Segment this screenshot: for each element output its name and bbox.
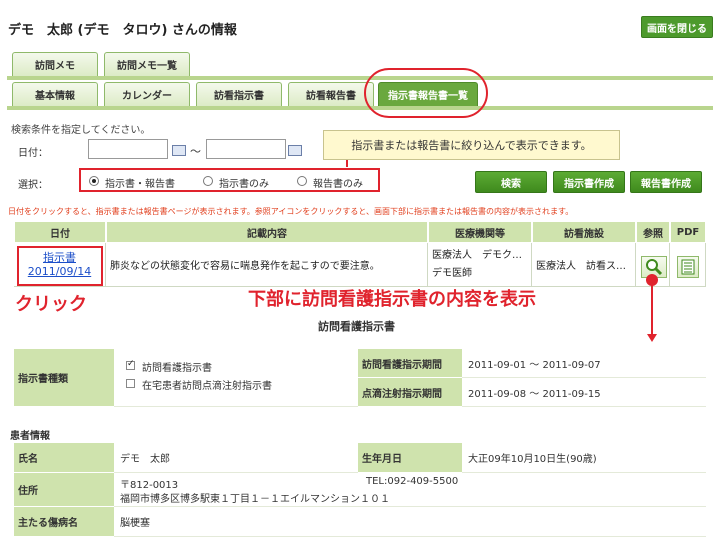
- table-cell-institution: 医療法人 デモク… デモ医師: [428, 243, 532, 287]
- col-header-pdf: PDF: [670, 221, 706, 243]
- radio-both[interactable]: [89, 176, 99, 186]
- period-label: 訪問看護指示期間: [358, 349, 462, 378]
- date-highlight-box: [17, 246, 103, 286]
- instruction-section-title: 訪問看護指示書: [318, 320, 395, 333]
- col-header-date: 日付: [14, 221, 106, 243]
- birth-value: 大正09年10月10日生(90歳): [462, 443, 706, 473]
- date-from-input[interactable]: [88, 139, 168, 159]
- birth-label: 生年月日: [358, 443, 462, 473]
- drip-period-label: 点滴注射指示期間: [358, 378, 462, 407]
- calendar-icon[interactable]: [288, 145, 302, 156]
- display-annotation: 下部に訪問看護指示書の内容を表示: [248, 289, 536, 310]
- annotation-arrow-head: [647, 334, 657, 342]
- date-range-separator: 〜: [190, 145, 201, 158]
- disease-label: 主たる傷病名: [14, 507, 114, 537]
- col-header-institution: 医療機関等: [428, 221, 532, 243]
- name-value: デモ 太郎: [114, 443, 358, 473]
- tab-row-divider: [7, 76, 713, 80]
- search-instruction: 検索条件を指定してください。: [11, 125, 151, 136]
- doctor-name: デモ医師: [432, 268, 472, 279]
- select-label: 選択：: [18, 180, 48, 191]
- col-header-facility: 訪看施設: [532, 221, 636, 243]
- date-to-input[interactable]: [206, 139, 286, 159]
- address-value: 〒812-0013 TEL:092-409-5500 福岡市博多区博多駅東１丁目…: [114, 473, 706, 507]
- document-icon: [681, 259, 695, 275]
- col-header-reference: 参照: [636, 221, 670, 243]
- table-cell-facility: 医療法人 訪看ス…: [532, 243, 636, 287]
- create-instruction-button[interactable]: 指示書作成: [553, 171, 625, 193]
- highlight-cloud: [364, 68, 488, 118]
- period-value: 2011-09-01 〜 2011-09-07: [462, 349, 706, 378]
- page-title: デモ 太郎 (デモ タロウ) さんの情報: [8, 23, 237, 38]
- tab-visit-memo-list[interactable]: 訪問メモ一覧: [104, 52, 190, 76]
- address-line-1: 〒812-0013 TEL:092-409-5500: [120, 476, 706, 491]
- checkbox-drip-injection[interactable]: [126, 379, 135, 388]
- search-button[interactable]: 検索: [475, 171, 547, 193]
- radio-instruction-only-label: 指示書のみ: [219, 179, 269, 190]
- filter-callout: 指示書または報告書に絞り込んで表示できます。: [323, 130, 620, 160]
- instruction-type-label: 指示書種類: [14, 349, 114, 407]
- address-label: 住所: [14, 473, 114, 507]
- annotation-arrow: [651, 284, 653, 334]
- tab-nursing-report[interactable]: 訪看報告書: [288, 82, 374, 106]
- tab-nursing-instruction[interactable]: 訪看指示書: [196, 82, 282, 106]
- radio-instruction-only[interactable]: [203, 176, 213, 186]
- radio-report-only[interactable]: [297, 176, 307, 186]
- calendar-icon[interactable]: [172, 145, 186, 156]
- close-screen-button[interactable]: 画面を閉じる: [641, 16, 713, 38]
- radio-report-only-label: 報告書のみ: [313, 179, 363, 190]
- instruction-type-option: 訪問看護指示書: [120, 359, 358, 377]
- institution-name: 医療法人 デモク…: [432, 250, 522, 261]
- create-report-button[interactable]: 報告書作成: [630, 171, 702, 193]
- checkbox-label: 在宅患者訪問点滴注射指示書: [142, 381, 272, 392]
- notice-text: 日付をクリックすると、指示書または報告書ページが表示されます。参照アイコンをクリ…: [8, 207, 574, 216]
- instruction-type-value: 訪問看護指示書 在宅患者訪問点滴注射指示書: [114, 349, 358, 407]
- radio-both-label: 指示書・報告書: [105, 179, 175, 190]
- patient-section-title: 患者情報: [10, 431, 50, 442]
- disease-value: 脳梗塞: [114, 507, 706, 537]
- date-label: 日付：: [18, 148, 48, 159]
- click-annotation: クリック: [15, 294, 87, 315]
- checkbox-visit-nursing[interactable]: [126, 359, 135, 370]
- instruction-type-option: 在宅患者訪問点滴注射指示書: [120, 377, 358, 395]
- tab-visit-memo[interactable]: 訪問メモ: [12, 52, 98, 76]
- col-header-content: 記載内容: [106, 221, 428, 243]
- pdf-button[interactable]: [677, 256, 699, 278]
- tab-row-divider: [7, 106, 713, 110]
- zip-code: 〒812-0013: [120, 480, 179, 491]
- telephone: TEL:092-409-5500: [366, 476, 459, 487]
- drip-period-value: 2011-09-08 〜 2011-09-15: [462, 378, 706, 407]
- callout-pointer: [346, 160, 348, 167]
- name-label: 氏名: [14, 443, 114, 473]
- tab-basic-info[interactable]: 基本情報: [12, 82, 98, 106]
- checkbox-label: 訪問看護指示書: [142, 363, 212, 374]
- address-line: 福岡市博多区博多駅東１丁目１－１エイルマンション１０１: [120, 494, 390, 505]
- tab-calendar[interactable]: カレンダー: [104, 82, 190, 106]
- table-cell-content: 肺炎などの状態変化で容易に喘息発作を起こすので要注意。: [106, 243, 428, 287]
